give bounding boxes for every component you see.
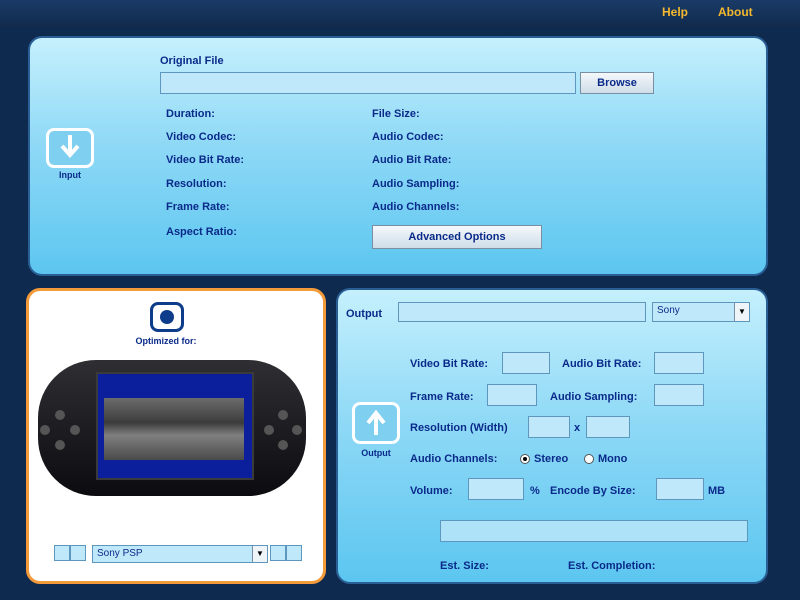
resolution-label: Resolution: <box>166 178 227 190</box>
progress-bar <box>440 520 748 542</box>
encode-by-size-label: Encode By Size: <box>550 485 636 497</box>
input-icon <box>46 128 94 168</box>
resolution-width-input[interactable] <box>528 416 570 438</box>
advanced-options-button[interactable]: Advanced Options <box>372 225 542 249</box>
chevron-down-icon[interactable]: ▼ <box>734 303 749 321</box>
est-completion-label: Est. Completion: <box>568 560 656 572</box>
output-label: Output <box>346 308 383 320</box>
encode-size-input[interactable] <box>656 478 704 500</box>
audio-bit-rate-input[interactable] <box>654 352 704 374</box>
dpad-left-icon <box>40 425 50 435</box>
dpad-right-icon <box>70 425 80 435</box>
size-unit: MB <box>708 485 726 497</box>
about-link[interactable]: About <box>718 5 753 19</box>
cross-button-icon <box>278 440 288 450</box>
video-bit-rate-input[interactable] <box>502 352 550 374</box>
original-file-label: Original File <box>160 55 224 67</box>
chevron-down-icon[interactable]: ▼ <box>252 546 267 562</box>
output-format-value: Sony <box>657 305 680 316</box>
mono-label: Mono <box>598 453 628 465</box>
output-icon <box>352 402 400 444</box>
circle-button-icon <box>292 425 302 435</box>
audio-codec-label: Audio Codec: <box>372 131 444 143</box>
volume-input[interactable] <box>468 478 524 500</box>
volume-label: Volume: <box>410 485 453 497</box>
stereo-radio[interactable] <box>520 454 530 464</box>
stereo-label: Stereo <box>534 453 569 465</box>
psp-video-preview <box>104 398 244 460</box>
optimized-for-label: Optimized for: <box>135 336 197 346</box>
video-bit-rate-label: Video Bit Rate: <box>166 154 245 166</box>
square-button-icon <box>264 425 274 435</box>
help-link[interactable]: Help <box>662 5 688 19</box>
output-format-select[interactable]: Sony ▼ <box>652 302 750 322</box>
original-file-input[interactable] <box>160 72 576 94</box>
dpad-down-icon <box>55 440 65 450</box>
audio-sampling-input[interactable] <box>654 384 704 406</box>
triangle-button-icon <box>278 410 288 420</box>
frame-rate-label: Frame Rate: <box>166 201 230 213</box>
device-prev2-button[interactable] <box>70 545 86 561</box>
device-select-value: Sony PSP <box>97 548 143 559</box>
audio-sampling-label: Audio Sampling: <box>372 178 460 190</box>
device-target-icon <box>150 302 184 332</box>
out-video-bit-rate-label: Video Bit Rate: <box>410 358 489 370</box>
resolution-height-input[interactable] <box>586 416 630 438</box>
out-audio-sampling-label: Audio Sampling: <box>550 391 638 403</box>
audio-channels-label: Audio Channels: <box>372 201 460 213</box>
dpad-up-icon <box>55 410 65 420</box>
duration-label: Duration: <box>166 108 215 120</box>
resolution-x-label: x <box>574 422 581 434</box>
device-next-button[interactable] <box>270 545 286 561</box>
volume-unit: % <box>530 485 540 497</box>
input-caption: Input <box>59 170 81 180</box>
browse-button[interactable]: Browse <box>580 72 654 94</box>
audio-bit-rate-label: Audio Bit Rate: <box>372 154 452 166</box>
video-codec-label: Video Codec: <box>166 131 237 143</box>
device-prev-button[interactable] <box>54 545 70 561</box>
device-next2-button[interactable] <box>286 545 302 561</box>
out-resolution-label: Resolution (Width) <box>410 422 508 434</box>
out-audio-bit-rate-label: Audio Bit Rate: <box>562 358 642 370</box>
file-size-label: File Size: <box>372 108 420 120</box>
mono-radio[interactable] <box>584 454 594 464</box>
output-file-input[interactable] <box>398 302 646 322</box>
out-audio-channels-label: Audio Channels: <box>410 453 498 465</box>
aspect-ratio-label: Aspect Ratio: <box>166 226 237 238</box>
est-size-label: Est. Size: <box>440 560 489 572</box>
out-frame-rate-label: Frame Rate: <box>410 391 474 403</box>
frame-rate-input[interactable] <box>487 384 537 406</box>
device-select[interactable]: Sony PSP ▼ <box>92 545 268 563</box>
output-caption: Output <box>361 448 391 458</box>
